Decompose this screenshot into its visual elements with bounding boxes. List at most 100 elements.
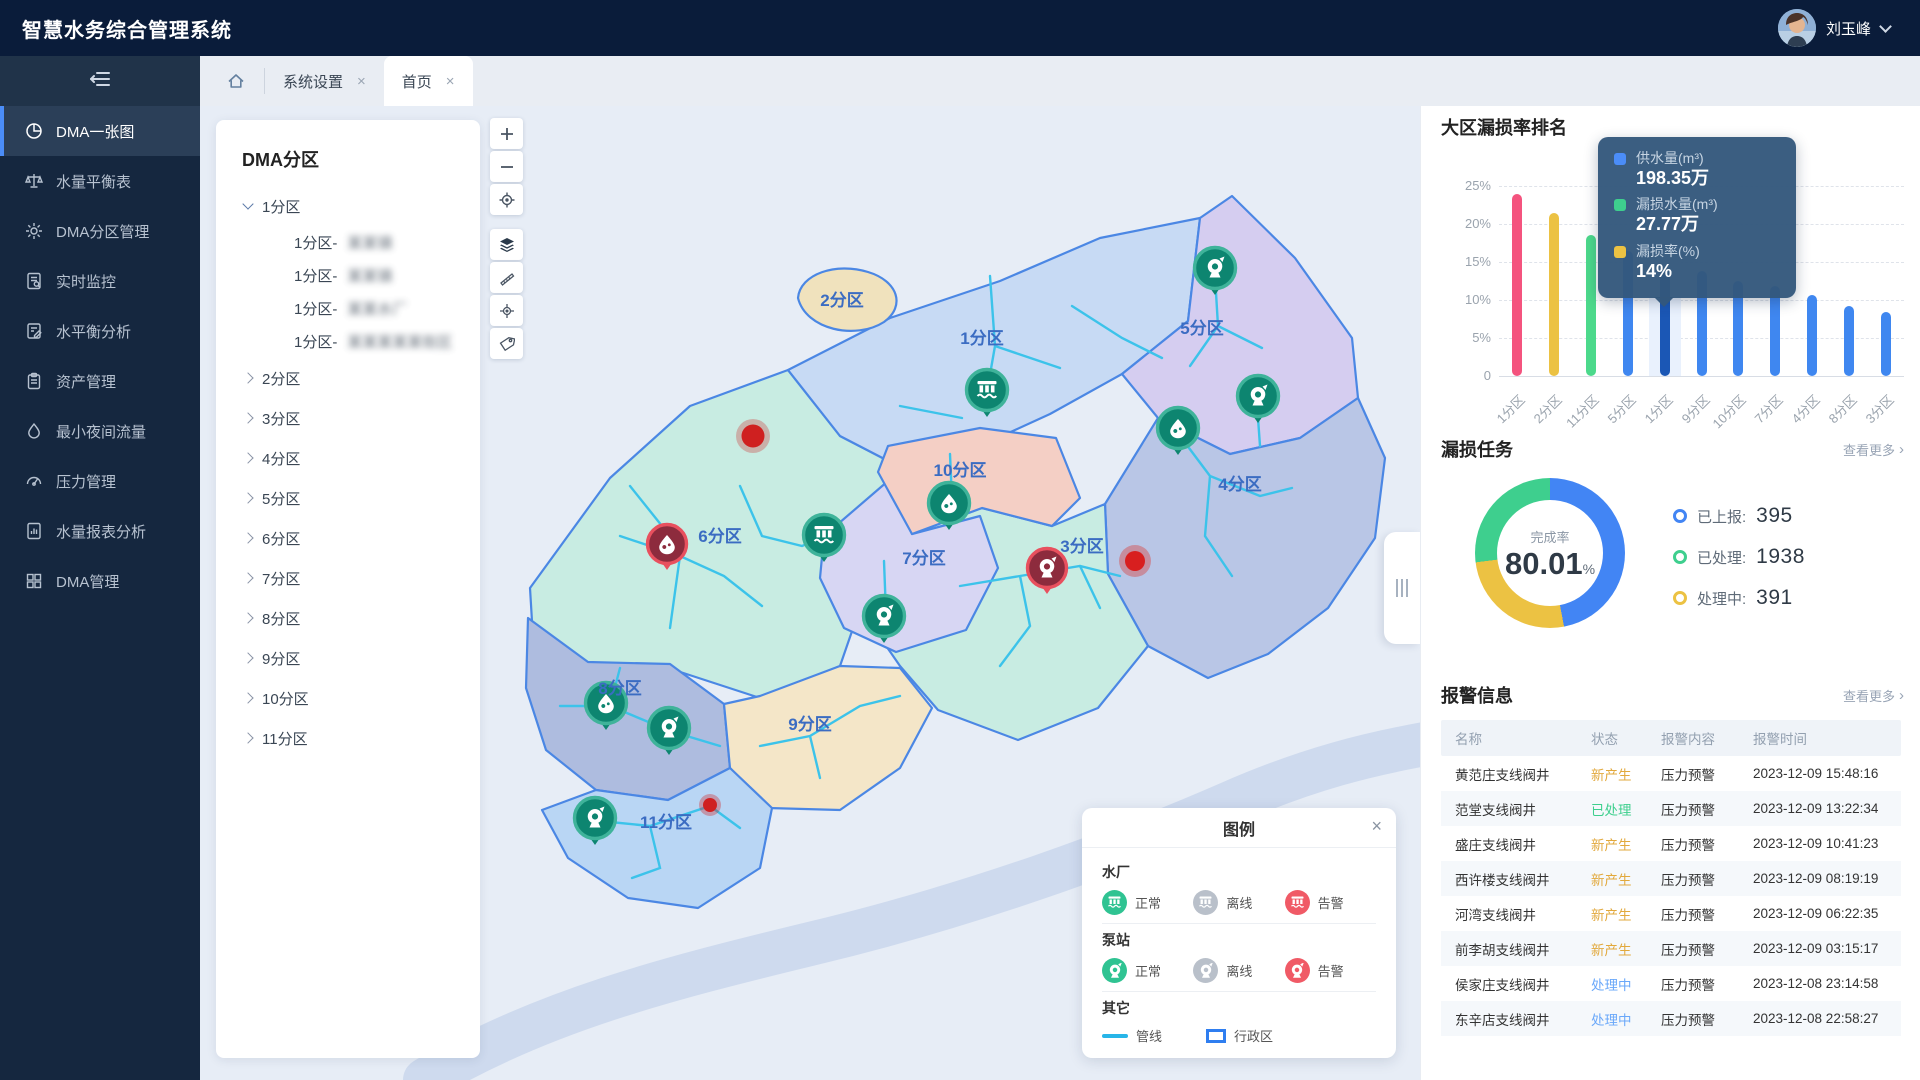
tree-child-item[interactable]: 1分区-某某镇	[216, 259, 480, 292]
tree-node-11分区[interactable]: 11分区	[216, 718, 480, 758]
close-icon[interactable]: ×	[446, 73, 455, 90]
table-row[interactable]: 范堂支线阀井已处理压力预警2023-12-09 13:22:34	[1441, 791, 1901, 826]
tree-node-2分区[interactable]: 2分区	[216, 358, 480, 398]
district-label: 6分区	[698, 527, 741, 546]
legend-item: 告警	[1285, 890, 1376, 915]
legend-section-title: 其它	[1102, 998, 1376, 1018]
tree-node-5分区[interactable]: 5分区	[216, 478, 480, 518]
chevron-down-icon	[1879, 20, 1892, 33]
sidebar-item-10[interactable]: DMA管理	[0, 556, 200, 606]
sidebar-item-label: 水量平衡表	[56, 171, 131, 192]
tree-child-item[interactable]: 1分区-某某某某某街区	[216, 325, 480, 358]
sidebar-item-8[interactable]: 压力管理	[0, 456, 200, 506]
zoom-in-button[interactable]	[490, 118, 523, 149]
alarms-more-link[interactable]: 查看更多 ›	[1843, 686, 1904, 705]
legend-item: 告警	[1285, 958, 1376, 983]
legend-section-title: 水厂	[1102, 862, 1376, 882]
bar-1分区[interactable]	[1512, 194, 1522, 376]
bar-2分区[interactable]	[1549, 213, 1559, 376]
legend-item: 离线	[1193, 890, 1284, 915]
locate-button[interactable]	[490, 184, 523, 215]
bar-3分区[interactable]	[1881, 312, 1891, 376]
table-header: 名称状态报警内容报警时间	[1441, 720, 1901, 756]
table-row[interactable]: 盛庄支线阀井新产生压力预警2023-12-09 10:41:23	[1441, 826, 1901, 861]
tree-list: 1分区1分区-某某镇1分区-某某镇1分区-某某水厂1分区-某某某某某街区2分区3…	[216, 186, 480, 758]
tree-node-4分区[interactable]: 4分区	[216, 438, 480, 478]
balance-icon	[24, 171, 44, 191]
district-label: 5分区	[1180, 319, 1223, 338]
center-point-button[interactable]	[490, 295, 523, 326]
district-label: 2分区	[820, 291, 863, 310]
zoom-out-button[interactable]	[490, 151, 523, 182]
completion-value: 80.01	[1505, 546, 1583, 581]
sidebar-item-1[interactable]: DMA一张图	[0, 106, 200, 156]
pipeline-swatch	[1102, 1034, 1128, 1038]
tree-node-6分区[interactable]: 6分区	[216, 518, 480, 558]
sidebar-item-9[interactable]: 水量报表分析	[0, 506, 200, 556]
tree-node-1分区[interactable]: 1分区	[216, 186, 480, 226]
district-label: 8分区	[598, 679, 641, 698]
user-menu[interactable]: 刘玉峰	[1778, 9, 1920, 47]
legend-title: 图例	[1082, 816, 1396, 840]
tree-child-item[interactable]: 1分区-某某镇	[216, 226, 480, 259]
sidebar-item-label: DMA分区管理	[56, 221, 149, 242]
right-panel: 大区漏损率排名 25%20%15%10%5%01分区2分区11分区5分区1分区9…	[1420, 106, 1920, 1080]
panel-collapse-handle[interactable]	[1384, 532, 1420, 644]
sidebar-item-3[interactable]: DMA分区管理	[0, 206, 200, 256]
tree-node-3分区[interactable]: 3分区	[216, 398, 480, 438]
task-legend-item: 已处理:1938	[1673, 545, 1805, 569]
measure-button[interactable]	[490, 262, 523, 293]
bar-7分区[interactable]	[1770, 286, 1780, 376]
y-axis-tick: 20%	[1431, 216, 1491, 231]
tree-node-7分区[interactable]: 7分区	[216, 558, 480, 598]
gear-icon	[24, 221, 44, 241]
layers-button[interactable]	[490, 229, 523, 260]
table-row[interactable]: 黄范庄支线阀井新产生压力预警2023-12-09 15:48:16	[1441, 756, 1901, 791]
sidebar-item-4[interactable]: 实时监控	[0, 256, 200, 306]
water-plant-icon	[1193, 890, 1218, 915]
tree-node-10分区[interactable]: 10分区	[216, 678, 480, 718]
sidebar-item-6[interactable]: 资产管理	[0, 356, 200, 406]
table-row[interactable]: 东辛店支线阀井处理中压力预警2023-12-08 22:58:27	[1441, 1001, 1901, 1036]
table-row[interactable]: 侯家庄支线阀井处理中压力预警2023-12-08 23:14:58	[1441, 966, 1901, 1001]
legend-item: 正常	[1102, 958, 1193, 983]
tab-bar: 系统设置×首页×	[200, 56, 1920, 106]
doc-search-icon	[24, 271, 44, 291]
bar-8分区[interactable]	[1844, 306, 1854, 376]
map-legend-panel: 图例 × 水厂正常离线告警泵站正常离线告警其它管线行政区	[1082, 808, 1396, 1058]
tree-node-8分区[interactable]: 8分区	[216, 598, 480, 638]
drop-icon	[24, 421, 44, 441]
chevron-right-icon	[242, 532, 253, 543]
sidebar-item-7[interactable]: 最小夜间流量	[0, 406, 200, 456]
close-icon[interactable]: ×	[1371, 816, 1382, 837]
chart-tooltip: 供水量(m³)198.35万漏损水量(m³)27.77万漏损率(%)14%	[1598, 137, 1796, 298]
home-tab-button[interactable]	[200, 56, 264, 106]
chevron-right-icon	[242, 492, 253, 503]
completion-label: 完成率	[1530, 527, 1569, 546]
tree-child-item[interactable]: 1分区-某某水厂	[216, 292, 480, 325]
tasks-legend: 已上报:395已处理:1938处理中:391	[1673, 504, 1805, 627]
sidebar-item-label: 水平衡分析	[56, 321, 131, 342]
water-plant-icon	[1102, 890, 1127, 915]
tab-2[interactable]: 首页×	[384, 56, 473, 106]
table-row[interactable]: 河湾支线阀井新产生压力预警2023-12-09 06:22:35	[1441, 896, 1901, 931]
table-row[interactable]: 西许楼支线阀井新产生压力预警2023-12-09 08:19:19	[1441, 861, 1901, 896]
bar-4分区[interactable]	[1807, 295, 1817, 376]
sidebar-item-5[interactable]: 水平衡分析	[0, 306, 200, 356]
tabs-container: 系统设置×首页×	[265, 56, 473, 106]
tree-node-9分区[interactable]: 9分区	[216, 638, 480, 678]
sidebar-item-label: 最小夜间流量	[56, 421, 146, 442]
tooltip-row: 漏损率(%)14%	[1614, 242, 1780, 282]
tag-button[interactable]	[490, 328, 523, 359]
tab-1[interactable]: 系统设置×	[265, 56, 384, 106]
y-axis-tick: 0	[1431, 368, 1491, 383]
table-row[interactable]: 前李胡支线阀井新产生压力预警2023-12-09 03:15:17	[1441, 931, 1901, 966]
chevron-right-icon	[242, 372, 253, 383]
legend-item: 离线	[1193, 958, 1284, 983]
collapse-menu-icon[interactable]	[90, 71, 110, 92]
sidebar-item-2[interactable]: 水量平衡表	[0, 156, 200, 206]
bar-11分区[interactable]	[1586, 235, 1596, 376]
avatar[interactable]	[1778, 9, 1816, 47]
close-icon[interactable]: ×	[357, 73, 366, 90]
tasks-more-link[interactable]: 查看更多 ›	[1843, 440, 1904, 459]
